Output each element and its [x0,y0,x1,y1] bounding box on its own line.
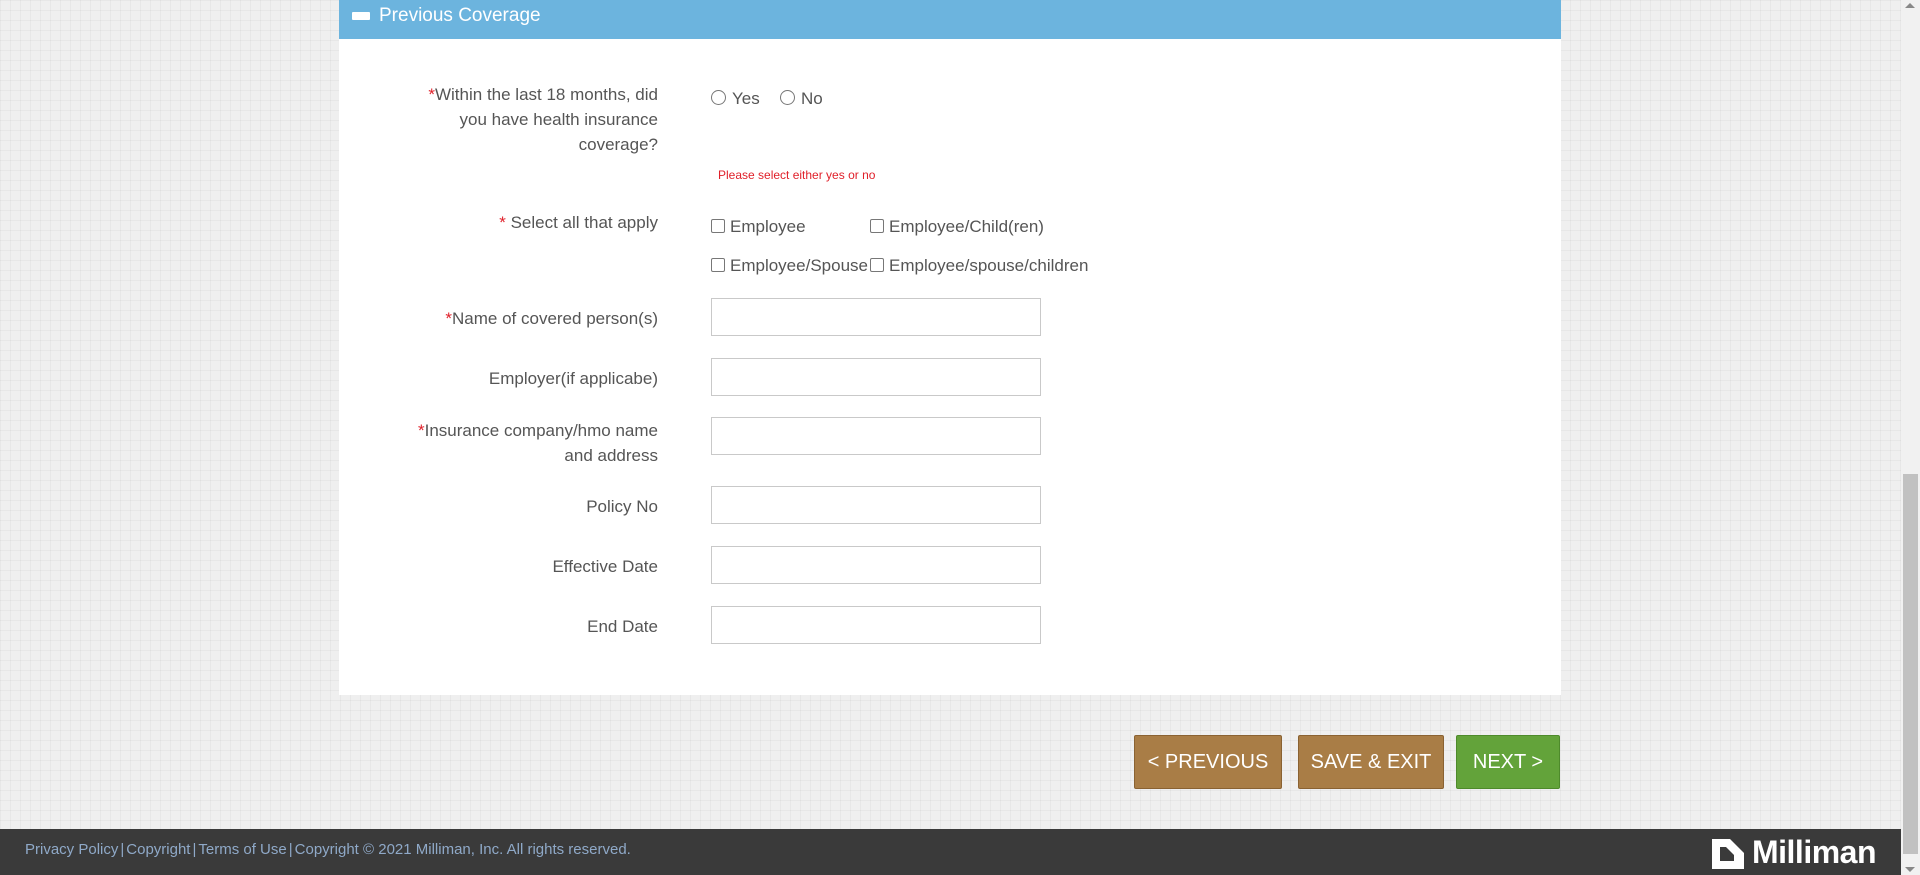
select-all-text: Select all that apply [505,213,658,232]
page-scrollbar[interactable] [1901,0,1920,875]
coverage-question-label: *Within the last 18 months, did you have… [428,82,658,157]
next-button[interactable]: NEXT > [1456,735,1560,789]
checkbox-employee-spouse[interactable]: Employee/Spouse [711,256,868,276]
checkbox-employee-children[interactable]: Employee/Child(ren) [870,217,1044,237]
coverage-error-message: Please select either yes or no [718,168,876,182]
footer-separator: | [192,841,197,858]
employer-input[interactable] [711,358,1041,396]
radio-button-icon[interactable] [780,90,795,105]
footer: Privacy Policy | Copyright | Terms of Use | Co… [0,829,1901,875]
employer-label: Employer(if applicabe) [488,369,658,388]
effective-date-label: Effective Date [552,557,658,576]
required-marker: * [499,213,506,232]
checkbox-employee-spouse-label: Employee/Spouse [730,256,868,275]
coverage-question-line3: coverage? [578,135,658,154]
checkbox-icon[interactable] [870,219,884,233]
checkbox-icon[interactable] [711,219,725,233]
radio-yes-label: Yes [732,89,760,108]
previous-coverage-panel: Previous Coverage *Within the last 18 mo… [339,0,1561,695]
checkbox-icon[interactable] [711,258,725,272]
brand-name: Milliman [1751,834,1877,870]
end-date-input[interactable] [711,606,1041,644]
copyright-notice: Copyright © 2021 Milliman, Inc. All righ… [294,841,631,858]
copyright-link[interactable]: Copyright [126,841,190,858]
checkbox-icon[interactable] [870,258,884,272]
policy-no-input[interactable] [711,486,1041,524]
save-exit-button[interactable]: SAVE & EXIT [1298,735,1444,789]
effective-date-input[interactable] [711,546,1041,584]
required-marker: * [428,85,435,104]
checkbox-employee[interactable]: Employee [711,217,806,237]
radio-button-icon[interactable] [711,90,726,105]
checkbox-employee-spouse-children[interactable]: Employee/spouse/children [870,256,1088,276]
footer-separator: | [288,841,293,858]
required-marker: * [417,421,425,440]
scroll-up-arrow-icon[interactable] [1905,3,1915,8]
milliman-logo-icon [1711,838,1744,869]
terms-of-use-link[interactable]: Terms of Use [198,841,286,858]
section-title: Previous Coverage [379,5,541,26]
section-header[interactable]: Previous Coverage [339,0,1561,39]
insurance-company-label: *Insurance company/hmo name and address [418,418,658,468]
coverage-question-line1: Within the last 18 months, did [434,85,658,104]
insurance-company-line1: Insurance company/hmo name [424,421,658,440]
footer-links: Privacy Policy | Copyright | Terms of Use | Co… [25,841,631,858]
insurance-company-input[interactable] [711,417,1041,455]
policy-no-label: Policy No [586,497,658,516]
scrollbar-thumb[interactable] [1903,474,1918,854]
milliman-brand: Milliman [1710,834,1877,871]
footer-separator: | [120,841,125,858]
previous-button[interactable]: < PREVIOUS [1134,735,1282,789]
checkbox-employee-spouse-children-label: Employee/spouse/children [889,256,1089,275]
covered-person-label: *Name of covered person(s) [445,306,658,331]
privacy-policy-link[interactable]: Privacy Policy [25,841,118,858]
radio-yes[interactable]: Yes [711,89,760,109]
collapse-icon[interactable] [352,12,370,20]
insurance-company-line2: and address [564,446,658,465]
covered-person-text: Name of covered person(s) [452,309,658,328]
covered-person-input[interactable] [711,298,1041,336]
checkbox-employee-label: Employee [730,217,806,236]
checkbox-employee-children-label: Employee/Child(ren) [889,217,1044,236]
radio-no-label: No [801,89,823,108]
coverage-question-line2: you have health insurance [459,110,658,129]
scroll-down-arrow-icon[interactable] [1905,867,1915,872]
select-all-label: * Select all that apply [499,210,658,235]
end-date-label: End Date [587,617,658,636]
radio-no[interactable]: No [780,89,823,109]
